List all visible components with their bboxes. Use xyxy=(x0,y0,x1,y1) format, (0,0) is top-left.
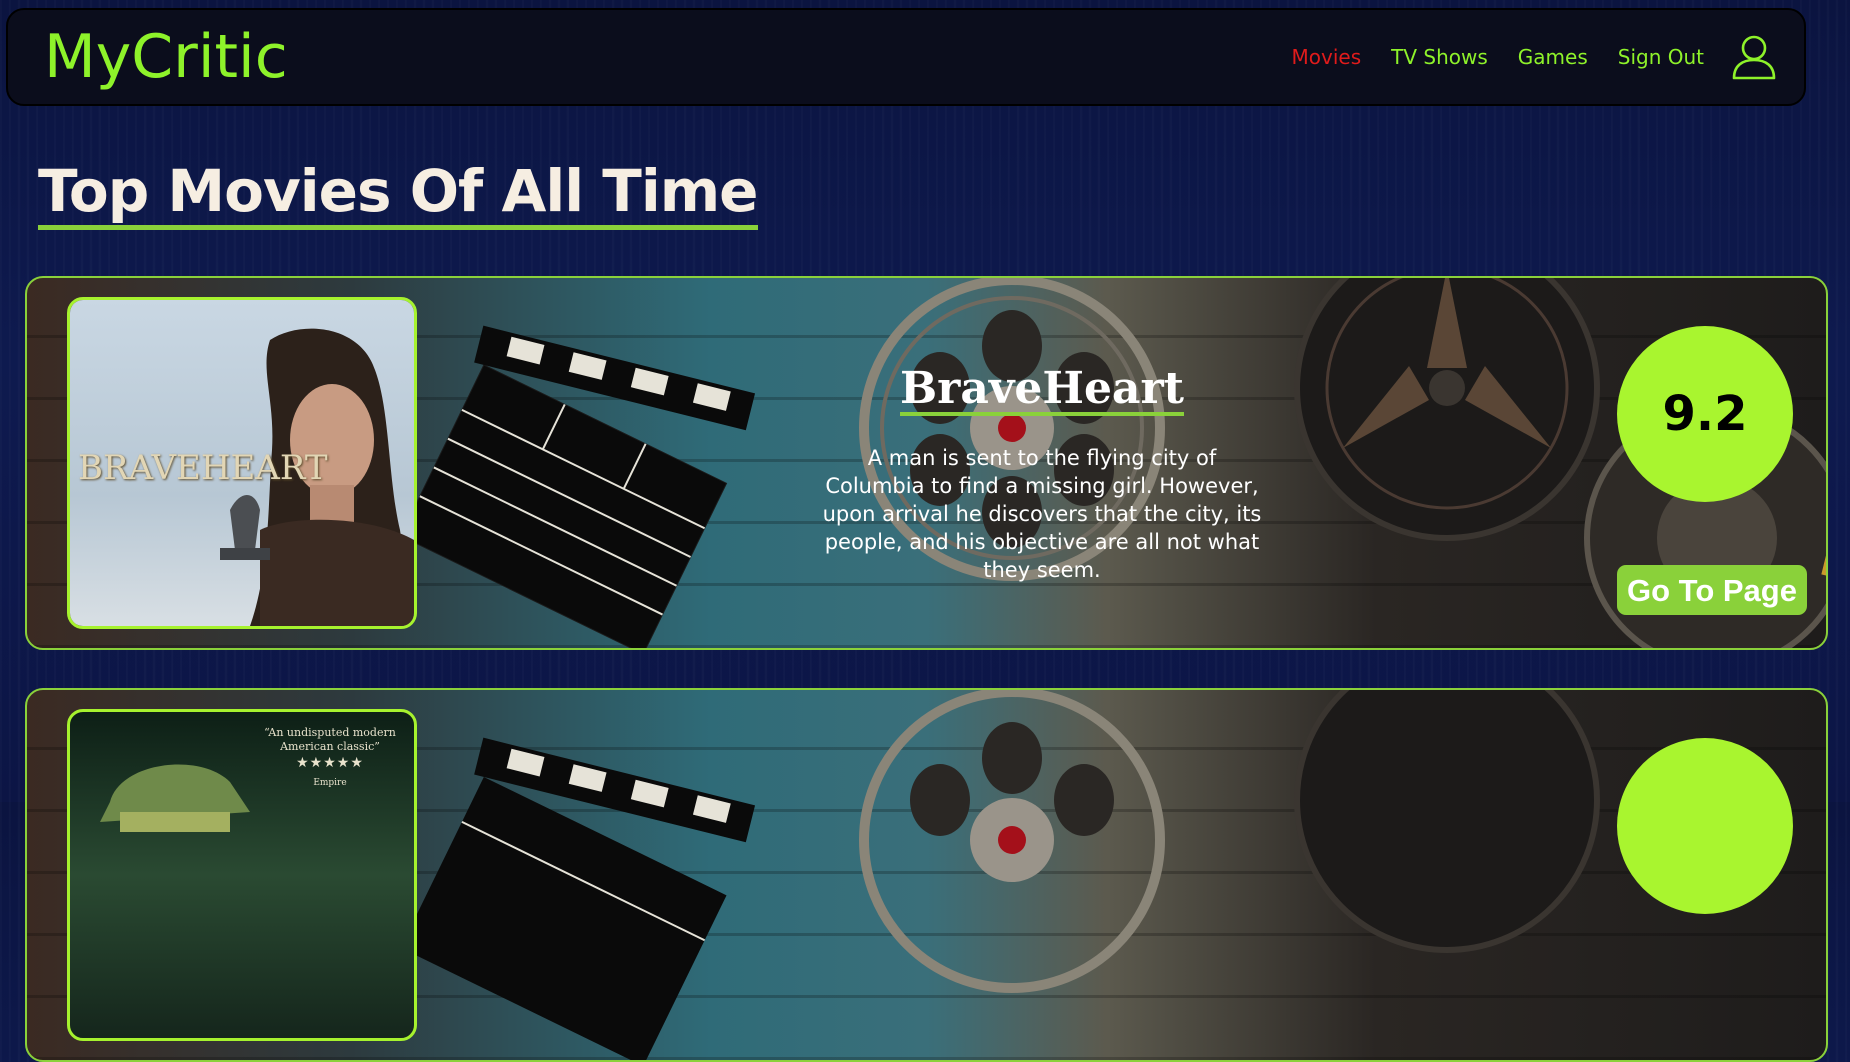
movie-poster[interactable]: BRAVEHEART xyxy=(67,297,417,629)
poster-image xyxy=(100,764,250,832)
rating-badge: 9.2 xyxy=(1617,326,1793,502)
go-to-page-button[interactable]: Go To Page xyxy=(1617,565,1807,615)
user-profile-icon[interactable] xyxy=(1732,34,1776,80)
navbar: MyCritic Movies TV Shows Games Sign Out xyxy=(6,8,1806,106)
nav-links: Movies TV Shows Games Sign Out xyxy=(1262,34,1776,80)
movie-title[interactable]: BraveHeart xyxy=(899,365,1185,417)
movie-poster[interactable]: “An undisputed modern American classic” … xyxy=(67,709,417,1041)
poster-quote: “An undisputed modern American classic” … xyxy=(260,726,400,790)
brand-logo[interactable]: MyCritic xyxy=(44,27,288,87)
poster-quote-text: “An undisputed modern American classic” xyxy=(264,726,396,753)
movie-description: A man is sent to the flying city of Colu… xyxy=(822,446,1262,583)
movie-card: “An undisputed modern American classic” … xyxy=(25,688,1828,1062)
poster-source: Empire xyxy=(313,778,347,788)
nav-link-tv-shows[interactable]: TV Shows xyxy=(1391,45,1488,69)
rating-badge xyxy=(1617,738,1793,914)
movie-info: BraveHeart A man is sent to the flying c… xyxy=(797,365,1287,584)
page-title: Top Movies Of All Time xyxy=(38,158,759,230)
poster-title-text: BRAVEHEART xyxy=(78,448,328,488)
nav-link-games[interactable]: Games xyxy=(1518,45,1588,69)
nav-link-movies[interactable]: Movies xyxy=(1292,45,1362,69)
movie-card: BRAVEHEART BraveHeart A man is sent to t… xyxy=(25,276,1828,650)
nav-link-sign-out[interactable]: Sign Out xyxy=(1618,45,1704,69)
poster-stars: ★★★★★ xyxy=(296,755,364,771)
